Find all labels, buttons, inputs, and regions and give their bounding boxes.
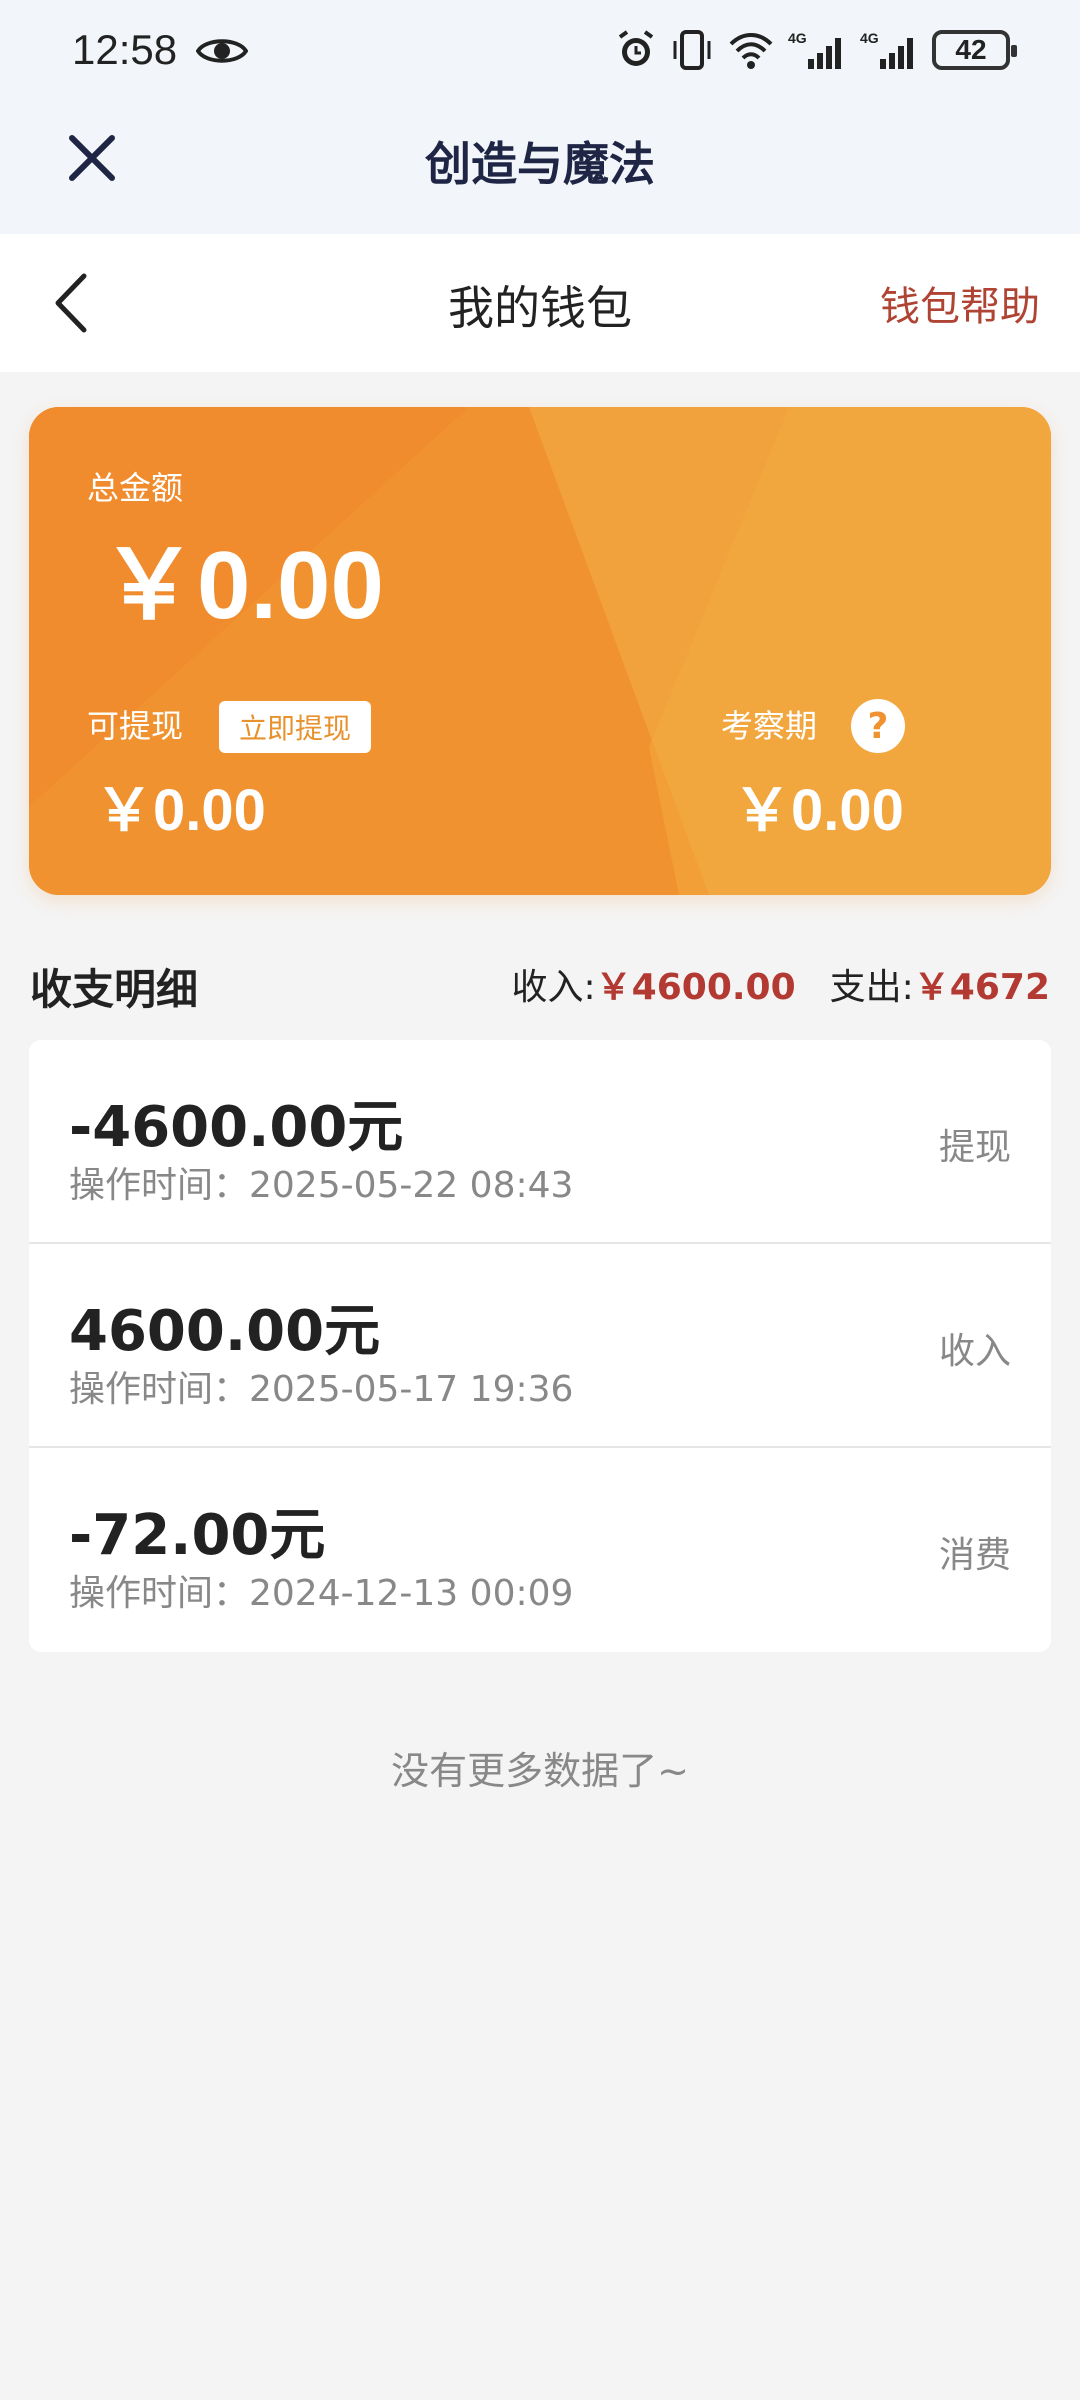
question-icon[interactable]: ? xyxy=(851,699,905,753)
transaction-list: -4600.00元 操作时间：2025-05-22 08:43 提现 4600.… xyxy=(29,1040,1051,1652)
expense-value: ￥4672 xyxy=(913,967,1050,1008)
wallet-card: 总金额 ￥0.00 可提现 立即提现 ￥0.00 考察期 ? ￥0.00 xyxy=(29,407,1051,895)
withdraw-now-button[interactable]: 立即提现 xyxy=(219,701,371,753)
total-label: 总金额 xyxy=(87,469,184,507)
app-bar: 创造与魔法 xyxy=(0,104,1080,234)
page-header: 我的钱包 钱包帮助 xyxy=(0,234,1080,372)
transaction-amount: -72.00元 xyxy=(69,1503,326,1568)
wifi-icon xyxy=(729,33,773,69)
list-item[interactable]: -72.00元 操作时间：2024-12-13 00:09 消费 xyxy=(29,1448,1051,1652)
transaction-type: 提现 xyxy=(938,1127,1011,1168)
expense-summary: 支出:￥4672 xyxy=(830,958,1050,1010)
transaction-type: 消费 xyxy=(938,1535,1011,1576)
transaction-amount: -4600.00元 xyxy=(69,1095,404,1160)
transaction-amount: 4600.00元 xyxy=(69,1299,381,1364)
battery-level: 42 xyxy=(955,34,987,65)
review-period-label: 考察期 xyxy=(721,707,818,745)
transaction-time: 操作时间：2024-12-13 00:09 xyxy=(69,1573,574,1614)
vibrate-icon xyxy=(673,30,711,70)
status-icons: 4G 4G 42 xyxy=(616,26,1017,74)
transaction-time: 操作时间：2025-05-22 08:43 xyxy=(69,1165,574,1206)
summary-totals: 收入:￥4600.00 支出:￥4672 xyxy=(512,958,1050,1010)
section-title: 收支明细 xyxy=(30,965,199,1014)
transaction-time: 操作时间：2025-05-17 19:36 xyxy=(69,1369,574,1410)
signal-icon: 4G xyxy=(860,30,913,69)
income-summary: 收入:￥4600.00 xyxy=(512,958,796,1010)
review-period-amount: ￥0.00 xyxy=(733,778,904,843)
app-title: 创造与魔法 xyxy=(425,137,655,191)
battery-icon: 42 xyxy=(932,30,1017,70)
list-item[interactable]: -4600.00元 操作时间：2025-05-22 08:43 提现 xyxy=(29,1040,1051,1244)
total-amount: ￥0.00 xyxy=(101,532,384,639)
status-time: 12:58 xyxy=(72,26,178,73)
alarm-icon xyxy=(618,30,654,66)
network-label-2: 4G xyxy=(860,30,879,46)
withdrawable-amount: ￥0.00 xyxy=(95,778,266,843)
eye-icon xyxy=(196,39,248,63)
no-more-data-text: 没有更多数据了~ xyxy=(391,1749,689,1793)
wallet-help-link[interactable]: 钱包帮助 xyxy=(880,274,1040,332)
network-label-1: 4G xyxy=(788,30,807,46)
status-bar: 12:58 4G 4G 42 xyxy=(0,0,1080,104)
list-item[interactable]: 4600.00元 操作时间：2025-05-17 19:36 收入 xyxy=(29,1244,1051,1448)
transaction-type: 收入 xyxy=(938,1331,1011,1372)
income-value: ￥4600.00 xyxy=(595,967,796,1008)
withdrawable-label: 可提现 xyxy=(87,707,184,745)
signal-icon: 4G xyxy=(788,30,841,69)
income-label: 收入: xyxy=(511,967,596,1008)
expense-label: 支出: xyxy=(829,967,914,1008)
